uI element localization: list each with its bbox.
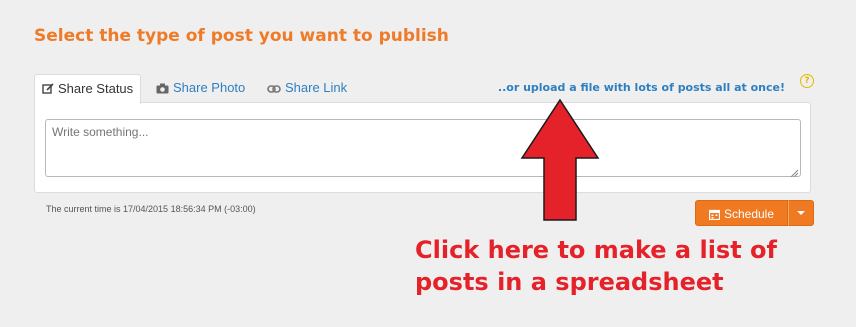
tab-share-photo-label: Share Photo [173,80,246,95]
post-text-input[interactable] [45,119,801,177]
annotation-arrow-icon [520,98,600,221]
post-type-panel: Share Status Share Photo Share Link ..or… [34,74,811,193]
composer-area [34,102,811,193]
tab-share-photo[interactable]: Share Photo [156,74,245,102]
page-heading: Select the type of post you want to publ… [34,26,449,46]
resize-grip-icon[interactable] [790,169,798,177]
edit-icon [42,77,54,105]
tab-share-link-label: Share Link [285,80,348,95]
annotation-text: Click here to make a list of posts in a … [415,236,777,296]
schedule-button[interactable]: Schedule [695,200,788,226]
calendar-icon [708,203,721,229]
tab-share-status[interactable]: Share Status [34,74,142,105]
link-icon [267,76,281,104]
camera-icon [156,76,169,104]
schedule-dropdown-toggle[interactable] [788,200,814,226]
schedule-button-label: Schedule [723,207,775,221]
tab-share-link[interactable]: Share Link [267,74,347,102]
current-time-text: The current time is 17/04/2015 18:56:34 … [46,204,256,214]
tab-share-status-label: Share Status [58,81,134,96]
